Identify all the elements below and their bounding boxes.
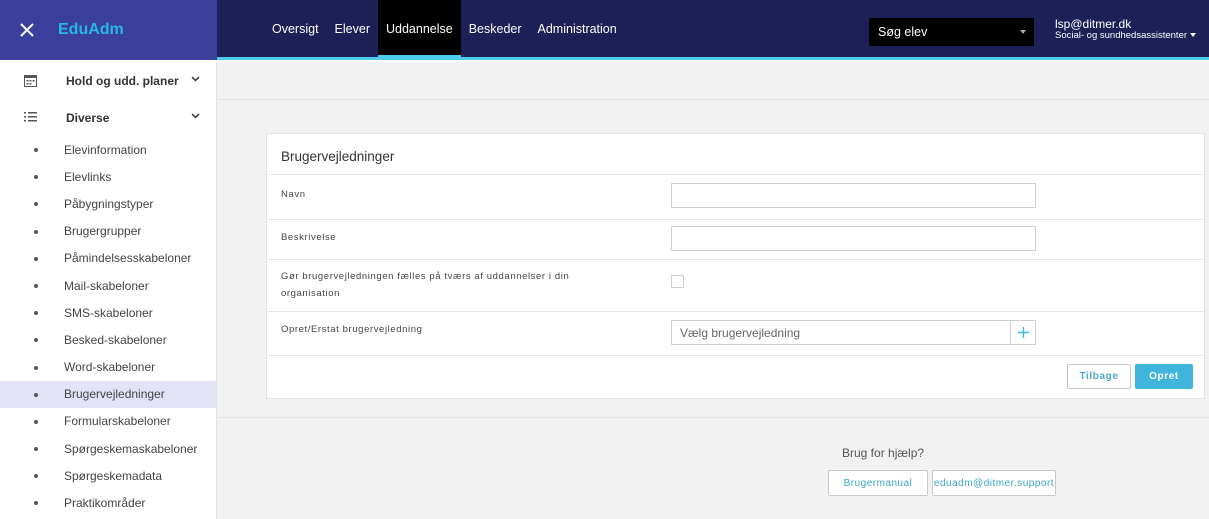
sidebar-item-praktikomrader[interactable]: Praktikområder xyxy=(0,489,216,516)
sidebar-item-label: Brugervejledninger xyxy=(64,387,165,402)
file-picker[interactable]: Vælg brugervejledning xyxy=(671,320,1036,345)
sidebar-item-label: Brugergrupper xyxy=(64,224,142,239)
shared-label: Gør brugervejledningen fælles på tværs a… xyxy=(281,271,570,299)
sidebar-group-label: Diverse xyxy=(66,110,110,125)
sidebar-item-mail-skabeloner[interactable]: Mail-skabeloner xyxy=(0,272,216,299)
sidebar-item-label: Formularskabeloner xyxy=(64,414,171,429)
sidebar-item-label: Word-skabeloner xyxy=(64,360,156,375)
sidebar-item-besked-skabeloner[interactable]: Besked-skabeloner xyxy=(0,326,216,353)
nav-item-elever[interactable]: Elever xyxy=(327,0,378,57)
nav-item-oversigt[interactable]: Oversigt xyxy=(264,0,327,57)
close-icon xyxy=(20,23,34,37)
user-email: lsp@ditmer.dk xyxy=(1055,17,1132,31)
caret-down-icon xyxy=(1020,30,1026,34)
add-file-button[interactable] xyxy=(1010,321,1035,344)
sidebar-item-label: Påmindelsesskabeloner xyxy=(64,251,192,266)
bullet-icon xyxy=(34,283,38,288)
chevron-down-icon xyxy=(191,113,200,119)
list-icon xyxy=(24,112,37,122)
create-button[interactable]: Opret xyxy=(1135,364,1193,389)
description-input[interactable] xyxy=(671,226,1036,251)
sidebar-item-label: Spørgeskemadata xyxy=(64,468,163,483)
nav-item-uddannelse[interactable]: Uddannelse xyxy=(377,0,461,57)
sidebar-item-elevinformation[interactable]: Elevinformation xyxy=(0,136,216,163)
sidebar-item-pamindelsesskabeloner[interactable]: Påmindelsesskabeloner xyxy=(0,245,216,272)
sidebar-item-brugergrupper[interactable]: Brugergrupper xyxy=(0,218,216,245)
user-role: Social- og sundhedsassistenter xyxy=(1055,30,1188,41)
bullet-icon xyxy=(34,338,38,343)
bullet-icon xyxy=(34,229,38,234)
calendar-icon xyxy=(24,75,37,87)
help-text: Brug for hjælp? xyxy=(842,446,925,460)
form-row-shared: Gør brugervejledningen fælles på tværs a… xyxy=(267,259,1204,311)
sidebar-item-label: SMS-skabeloner xyxy=(64,305,153,320)
sidebar-item-sporgeskemadata[interactable]: Spørgeskemadata xyxy=(0,462,216,489)
bullet-icon xyxy=(34,447,38,452)
sidebar-item-label: Elevlinks xyxy=(64,169,112,184)
caret-down-icon xyxy=(1190,33,1197,38)
nav-item-administration[interactable]: Administration xyxy=(530,0,625,57)
app-brand[interactable]: EduAdm xyxy=(58,21,124,39)
sidebar-item-label: Elevinformation xyxy=(64,142,147,157)
brand-bar: EduAdm xyxy=(0,0,217,60)
chevron-down-icon xyxy=(191,76,200,82)
sidebar-item-word-skabeloner[interactable]: Word-skabeloner xyxy=(0,354,216,381)
sidebar-group-label: Hold og udd. planer xyxy=(66,73,179,88)
bullet-icon xyxy=(34,148,38,152)
sidebar-item-label: Besked-skabeloner xyxy=(64,332,167,347)
bullet-icon xyxy=(34,311,38,316)
user-guide-form-card: Brugervejledninger Navn Beskrivelse Gør … xyxy=(266,133,1205,399)
sidebar-item-sms-skabeloner[interactable]: SMS-skabeloner xyxy=(0,299,216,326)
shared-checkbox[interactable] xyxy=(671,275,684,288)
name-input[interactable] xyxy=(671,183,1036,208)
sidebar-group-diverse[interactable]: Diverse xyxy=(0,99,216,136)
user-menu[interactable]: lsp@ditmer.dk Social- og sundhedsassiste… xyxy=(1055,17,1197,41)
sidebar-item-formularskabeloner[interactable]: Formularskabeloner xyxy=(0,408,216,435)
form-row-file: Opret/Erstat brugervejledning Vælg bruge… xyxy=(267,311,1204,355)
file-label: Opret/Erstat brugervejledning xyxy=(281,324,423,335)
sidebar-item-pabygningstyper[interactable]: Påbygningstyper xyxy=(0,190,216,217)
sidebar-item-label: Praktikområder xyxy=(64,496,146,511)
sidebar-group-hold[interactable]: Hold og udd. planer xyxy=(0,62,216,99)
sidebar: Hold og udd. planer Diverse Elevinformat… xyxy=(0,62,217,519)
footer-divider xyxy=(218,417,1209,418)
main-navbar: Oversigt Elever Uddannelse Beskeder Admi… xyxy=(217,0,1209,60)
bullet-icon xyxy=(34,392,38,397)
bullet-icon xyxy=(34,365,38,370)
form-title: Brugervejledninger xyxy=(281,149,395,164)
sidebar-item-label: Spørgeskemaskabeloner xyxy=(64,441,198,456)
bullet-icon xyxy=(34,419,38,424)
bullet-icon xyxy=(34,474,38,479)
sidebar-item-sporgeskemaskabeloner[interactable]: Spørgeskemaskabeloner xyxy=(0,435,216,462)
plus-icon xyxy=(1017,327,1029,338)
student-search-label: Søg elev xyxy=(878,25,928,39)
sidebar-item-label: Påbygningstyper xyxy=(64,196,154,211)
bullet-icon xyxy=(34,202,38,207)
main-nav: Oversigt Elever Uddannelse Beskeder Admi… xyxy=(264,0,625,57)
student-search-select[interactable]: Søg elev xyxy=(869,18,1034,46)
top-bar: EduAdm Oversigt Elever Uddannelse Besked… xyxy=(0,0,1209,62)
name-label: Navn xyxy=(281,189,306,200)
sidebar-item-brugervejledninger[interactable]: Brugervejledninger xyxy=(0,380,216,408)
close-menu-button[interactable] xyxy=(0,0,54,60)
form-actions xyxy=(267,355,1204,398)
sidebar-item-label: Mail-skabeloner xyxy=(64,278,149,293)
nav-item-beskeder[interactable]: Beskeder xyxy=(461,0,530,57)
form-row-description: Beskrivelse xyxy=(267,219,1204,259)
back-button[interactable]: Tilbage xyxy=(1067,364,1131,389)
form-row-name: Navn xyxy=(267,174,1204,219)
file-picker-placeholder: Vælg brugervejledning xyxy=(680,326,801,340)
bullet-icon xyxy=(34,256,38,261)
sidebar-item-elevlinks[interactable]: Elevlinks xyxy=(0,163,216,190)
description-label: Beskrivelse xyxy=(281,232,337,243)
page-subheader xyxy=(218,62,1209,100)
bullet-icon xyxy=(34,501,38,506)
user-manual-button[interactable]: Brugermanual xyxy=(828,470,928,496)
support-email-button[interactable]: eduadm@ditmer.support xyxy=(932,470,1056,496)
bullet-icon xyxy=(34,175,38,180)
